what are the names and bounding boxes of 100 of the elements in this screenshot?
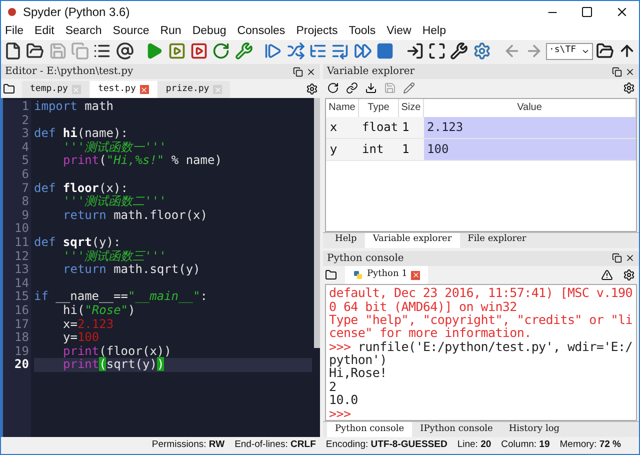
console-output[interactable] bbox=[325, 284, 637, 422]
close-icon[interactable] bbox=[625, 253, 635, 263]
line-number: 14 bbox=[14, 276, 29, 290]
undock-icon[interactable] bbox=[293, 66, 303, 76]
code-line: y=100 bbox=[62, 331, 100, 345]
close-tab-icon[interactable] bbox=[411, 270, 420, 280]
line-number: 6 bbox=[22, 168, 29, 182]
line-number: 12 bbox=[14, 250, 29, 264]
close-icon[interactable] bbox=[625, 66, 635, 76]
undock-icon[interactable] bbox=[612, 253, 622, 263]
path-combo[interactable]: ·s\TF bbox=[546, 42, 593, 60]
console-tab[interactable]: Python 1 bbox=[345, 266, 428, 284]
console-line: 2 bbox=[329, 380, 336, 394]
close-tab-icon[interactable] bbox=[140, 85, 149, 94]
code-line: def hi(name): bbox=[34, 127, 129, 141]
code-line: def floor(x): bbox=[34, 182, 129, 195]
code-line: def sqrt(y): bbox=[34, 236, 122, 250]
line-number: 10 bbox=[14, 222, 29, 236]
status-item: Memory: 72 % bbox=[560, 438, 621, 452]
undock-icon[interactable] bbox=[612, 66, 622, 76]
table-cell: 2.123 bbox=[424, 116, 636, 138]
status-item: Encoding: UTF-8-GUESSED bbox=[326, 438, 448, 452]
pane-title: Variable explorer bbox=[327, 65, 415, 79]
link-icon[interactable] bbox=[346, 82, 358, 94]
configure-icon[interactable] bbox=[234, 40, 254, 62]
console-line: default, Dec 23 2016, 11:57:41) [MSC v.190 bbox=[329, 286, 634, 300]
scrollbar[interactable] bbox=[314, 98, 320, 348]
refresh-icon[interactable] bbox=[327, 82, 339, 94]
browse-tabs-icon[interactable] bbox=[325, 269, 337, 282]
maximize-icon[interactable] bbox=[581, 6, 593, 18]
code-line: '''测试函数三''' bbox=[62, 250, 168, 264]
code-line: '''测试函数一''' bbox=[62, 140, 168, 154]
code-line: return math.sqrt(y) bbox=[62, 263, 202, 277]
app-logo-icon bbox=[7, 7, 17, 17]
table-cell: float bbox=[359, 116, 399, 138]
status-item: Permissions: RW bbox=[152, 438, 225, 452]
menu-item[interactable]: Consoles bbox=[237, 22, 286, 40]
edit-icon[interactable] bbox=[403, 82, 415, 94]
settings-icon[interactable] bbox=[623, 82, 635, 94]
line-number: 8 bbox=[22, 195, 29, 209]
menu-item[interactable]: Help bbox=[422, 22, 446, 40]
preferences-icon[interactable] bbox=[449, 40, 470, 62]
close-icon[interactable] bbox=[306, 66, 316, 76]
status-item: Line: 20 bbox=[457, 438, 492, 452]
line-number: 11 bbox=[14, 236, 29, 250]
editor-tab[interactable]: temp.py bbox=[22, 81, 89, 98]
console-line: >>> bbox=[329, 406, 352, 420]
console-line: 10.0 bbox=[329, 393, 359, 407]
console-line: Hi,Rose! bbox=[329, 366, 388, 380]
editor-tab[interactable]: prize.py bbox=[158, 81, 230, 98]
line-number: 20 bbox=[14, 358, 29, 372]
code-line: hi("Rose") bbox=[63, 304, 136, 318]
table-cell: int bbox=[359, 138, 399, 160]
menu-item[interactable]: File bbox=[5, 22, 24, 40]
close-icon[interactable] bbox=[615, 5, 629, 19]
line-number: 1 bbox=[22, 100, 29, 114]
editor-tab[interactable]: test.py bbox=[90, 81, 157, 98]
console-line: >>> runfile('E:/python/test.py', wdir='E:/ bbox=[329, 340, 634, 354]
menu-item[interactable]: Debug bbox=[192, 22, 226, 40]
menu-item[interactable]: Run bbox=[160, 22, 182, 40]
pane-title: Python console bbox=[327, 252, 404, 266]
line-number: 4 bbox=[22, 140, 29, 154]
menu-item[interactable]: Projects bbox=[296, 22, 338, 40]
menu-item[interactable]: View bbox=[386, 22, 412, 40]
status-item: End-of-lines: CRLF bbox=[234, 438, 316, 452]
line-number: 16 bbox=[14, 304, 29, 318]
code-line: return math.floor(x) bbox=[62, 208, 209, 222]
download-icon[interactable] bbox=[365, 82, 377, 94]
browse-tabs-icon[interactable] bbox=[3, 83, 15, 95]
at-sign-icon[interactable] bbox=[114, 40, 135, 62]
console-line: cense" for more information. bbox=[329, 326, 532, 340]
line-number: 5 bbox=[22, 154, 29, 168]
line-number: 19 bbox=[14, 344, 29, 358]
menu-item[interactable]: Tools bbox=[348, 22, 376, 40]
code-line: print("Hi,%s!" % name) bbox=[62, 154, 223, 168]
code-line: x=2.123 bbox=[62, 318, 115, 332]
pane-title: Editor - E:\python\test.py bbox=[5, 65, 134, 79]
table-cell: y bbox=[326, 138, 359, 160]
line-number: 9 bbox=[22, 208, 29, 222]
settings-icon[interactable] bbox=[623, 269, 635, 282]
menu-item[interactable]: Source bbox=[112, 22, 150, 40]
code-editor[interactable] bbox=[1, 98, 320, 437]
code-line: import math bbox=[34, 100, 114, 114]
line-number: 3 bbox=[22, 127, 29, 141]
menu-item[interactable]: Edit bbox=[34, 22, 54, 40]
menu-item[interactable]: Search bbox=[65, 22, 102, 40]
warning-icon[interactable] bbox=[601, 269, 613, 282]
line-number: 7 bbox=[22, 182, 29, 196]
python-logo-icon bbox=[353, 270, 363, 280]
pane-tab[interactable]: Variable explorer bbox=[364, 232, 460, 248]
table-cell: 1 bbox=[399, 116, 424, 138]
window-title: Spyder (Python 3.6) bbox=[23, 4, 130, 21]
status-item: Column: 19 bbox=[501, 438, 550, 452]
pane-tab[interactable]: Python console bbox=[327, 422, 412, 438]
code-line: '''测试函数二''' bbox=[62, 195, 168, 209]
table-cell: x bbox=[326, 116, 359, 138]
console-line: python') bbox=[329, 353, 387, 366]
code-line: print(floor(x)) bbox=[62, 344, 172, 358]
settings-icon[interactable] bbox=[306, 83, 318, 95]
console-line: Type "help", "copyright", "credits" or "li bbox=[329, 312, 634, 326]
